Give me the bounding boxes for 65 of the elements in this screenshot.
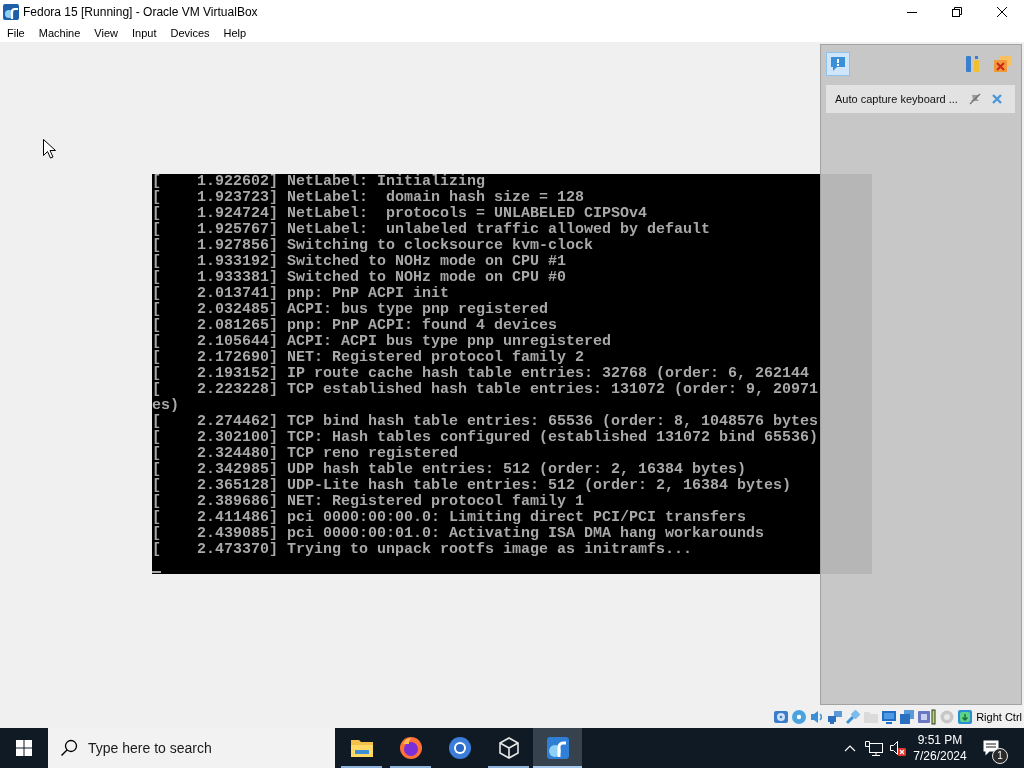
console-line: [ 2.172690] NET: Registered protocol family 2 <box>152 349 585 366</box>
menu-item[interactable]: Help <box>216 24 254 42</box>
alert-balloon-icon <box>829 55 847 73</box>
console-line: [ 2.193152] IP route cache hash table entries: 32768 (order: 6, 262144 <box>152 365 810 382</box>
console-line: [ 1.923723] NetLabel: domain hash size = 128 <box>152 189 585 206</box>
network-icon <box>865 740 883 756</box>
notifications-button[interactable]: 1 <box>970 728 1012 768</box>
windows-logo-icon <box>16 740 32 756</box>
cpu-load-icon[interactable] <box>917 708 938 725</box>
stacked-windows-icon <box>993 55 1013 73</box>
notification-text: Auto capture keyboard ... <box>835 93 959 105</box>
console-line: [ 2.342985] UDP hash table entries: 512 (order: 2, 16384 bytes) <box>152 461 747 478</box>
clock-date[interactable]: 7/26/2024 <box>913 749 967 763</box>
notification-toggle-button[interactable] <box>826 52 850 76</box>
console-line: [ 2.324480] TCP reno registered <box>152 445 459 462</box>
stacked-screens-icon[interactable] <box>899 708 916 725</box>
optical-disc-icon[interactable] <box>791 708 808 725</box>
console-line: [ 2.365128] UDP-Lite hash table entries: 512 (order: 2, 16384 bytes) <box>152 477 792 494</box>
notification-count: 1 <box>992 748 1008 764</box>
taskbar-app-button[interactable] <box>533 728 582 768</box>
console-line: [ 2.081265] pnp: PnP ACPI: found 4 devices <box>152 317 558 334</box>
console-line: [ 1.927856] Switching to clocksource kvm-clock <box>152 237 594 254</box>
unpin-icon[interactable] <box>969 93 981 105</box>
menu-item[interactable]: Devices <box>163 24 217 42</box>
close-icon <box>996 7 1007 17</box>
menu-item[interactable]: Machine <box>31 24 88 42</box>
console-line: [ 2.411486] pci 0000:00:00.0: Limiting direct PCI/PCI transfers <box>152 509 747 526</box>
console-line: [ 2.473370] Trying to unpack rootfs image as initramfs... <box>152 541 693 558</box>
menu-item[interactable]: Input <box>124 24 164 42</box>
console-line: [ 2.105644] ACPI: ACPI bus type pnp unregistered <box>152 333 612 350</box>
network-icon[interactable] <box>827 708 844 725</box>
console-line: [ 2.013741] pnp: PnP ACPI init <box>152 285 450 302</box>
clock-time[interactable]: 9:51 PM <box>917 733 963 747</box>
host-key-icon[interactable] <box>957 708 974 725</box>
console-line: [ 1.933192] Switched to NOHz mode on CPU #1 <box>152 253 567 270</box>
clear-button[interactable] <box>993 54 1013 74</box>
console-line: [ 2.302100] TCP: Hash tables configured (established 131072 bind 65536) <box>152 429 819 446</box>
close-icon[interactable] <box>991 93 1003 105</box>
host-key-label: Right Ctrl <box>976 710 1022 723</box>
search-field[interactable]: Type here to search <box>48 728 335 768</box>
browser-icon <box>398 736 423 760</box>
mouse-pointer-icon <box>43 139 56 159</box>
usb-plug-icon[interactable] <box>845 708 862 725</box>
console-line: [ 1.925767] NetLabel: unlabeled traffic allowed by default <box>152 221 711 238</box>
monitor-icon[interactable] <box>881 708 898 725</box>
console-line: es) <box>152 397 179 414</box>
restore-icon <box>951 7 962 17</box>
cube-icon <box>496 736 521 760</box>
vm-icon <box>3 4 19 20</box>
window-title: Fedora 15 [Running] - Oracle VM VirtualBox <box>23 5 258 19</box>
browser-icon <box>447 736 472 760</box>
console-line: [ 1.924724] NetLabel: protocols = UNLABELED CIPSOv4 <box>152 205 648 222</box>
menu-item[interactable]: View <box>87 24 125 42</box>
search-icon <box>60 739 78 757</box>
menu-item[interactable]: File <box>0 24 32 42</box>
console-line: [ 2.032485] ACPI: bus type pnp registered <box>152 301 549 318</box>
console-line: [ 2.223228] TCP established hash table entries: 131072 (order: 9, 20971 <box>152 381 819 398</box>
chevron-up-icon <box>844 744 856 752</box>
console-line: [ 1.922602] NetLabel: Initializing <box>152 173 486 190</box>
bars-icon <box>964 55 982 73</box>
vm-icon <box>545 736 570 760</box>
console-line: [ 2.274462] TCP bind hash table entries: 65536 (order: 8, 1048576 bytes <box>152 413 819 430</box>
console-line: [ 2.439085] pci 0000:00:01.0: Activating ISA DMA hang workarounds <box>152 525 765 542</box>
console-line: [ 1.933381] Switched to NOHz mode on CPU #0 <box>152 269 567 286</box>
console-line: [ 2.389686] NET: Registered protocol family 1 <box>152 493 585 510</box>
